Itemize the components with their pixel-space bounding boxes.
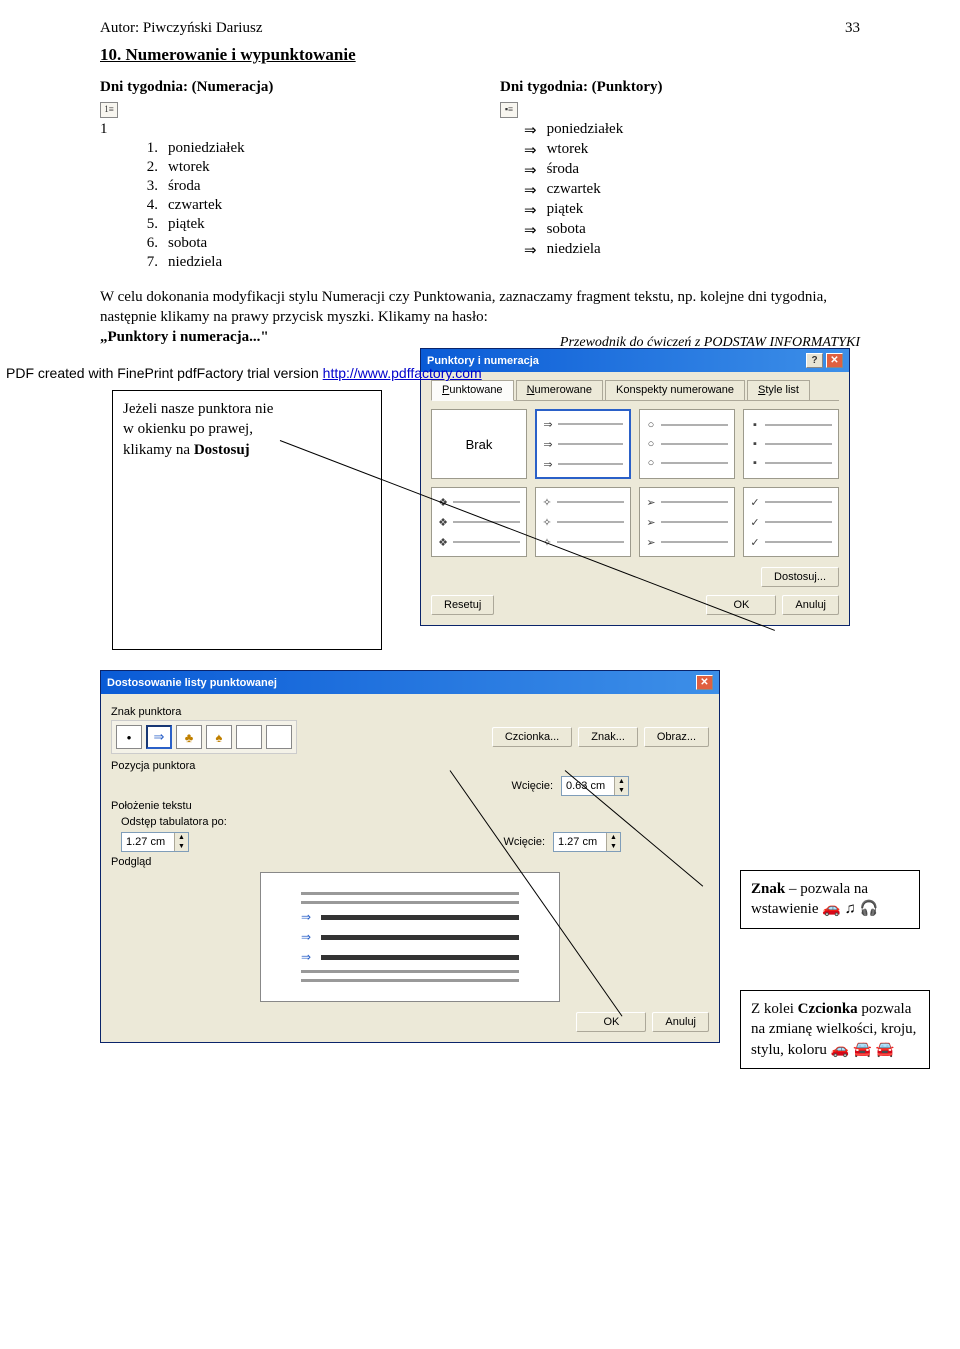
dialog2-title: Dostosowanie listy punktowanej <box>107 677 277 689</box>
tab-konspekty[interactable]: Konspekty numerowane <box>605 380 745 400</box>
reset-button[interactable]: Resetuj <box>431 595 494 615</box>
left-column: Dni tygodnia: (Numeracja) 1≡ 1 1.poniedz… <box>100 79 460 273</box>
note-znak: Znak – pozwala na wstawienie 🚗 ♫ 🎧 <box>740 870 920 929</box>
bullet-opt-spade[interactable]: ♠ <box>206 725 232 749</box>
left-lead: 1 <box>100 121 460 138</box>
bullet-opt-5[interactable] <box>236 725 262 749</box>
znak-punktora-label: Znak punktora <box>111 706 709 718</box>
preview-bullet-icon: ⇒ <box>301 910 311 924</box>
thumb-circle[interactable]: ○ ○ ○ <box>639 409 735 479</box>
tab-style-list[interactable]: Style list <box>747 380 810 400</box>
obraz-button[interactable]: Obraz... <box>644 727 709 747</box>
bullets-icon: ▪≡ <box>500 102 518 118</box>
znak-button[interactable]: Znak... <box>578 727 638 747</box>
tab-after-input[interactable]: ▲▼ <box>121 832 189 852</box>
tab-punktowane[interactable]: Punktowane <box>431 380 514 401</box>
dialog-bullets-numbering: Punktory i numeracja ? ✕ Punktowane Nume… <box>420 348 850 626</box>
preview-bullet-icon: ⇒ <box>301 930 311 944</box>
thumb-brak[interactable]: Brak <box>431 409 527 479</box>
spin-up-icon[interactable]: ▲ <box>174 833 188 842</box>
cancel-button-2[interactable]: Anuluj <box>652 1012 709 1032</box>
bullet-opt-arrow[interactable]: ⇒ <box>146 725 172 749</box>
pdffactory-link[interactable]: http://www.pdffactory.com <box>323 365 482 381</box>
spin-down-icon[interactable]: ▼ <box>614 786 628 795</box>
close-button[interactable]: ✕ <box>696 675 713 690</box>
bullet-opt-6[interactable] <box>266 725 292 749</box>
dostosuj-button[interactable]: Dostosuj... <box>761 567 839 587</box>
wciecie-label-2: Wcięcie: <box>503 836 545 848</box>
podglad-label: Podgląd <box>111 856 709 868</box>
author-label: Autor: Piwczyński Dariusz <box>100 20 262 37</box>
pdf-factory-line: PDF created with FinePrint pdfFactory tr… <box>6 365 482 381</box>
thumb-4square[interactable]: ❖ ❖ ❖ <box>431 487 527 557</box>
thumb-diamond[interactable]: ✧ ✧ ✧ <box>535 487 631 557</box>
double-arrow-icon: ⇒ <box>524 141 537 159</box>
dialog-customize-list: Dostosowanie listy punktowanej ✕ Znak pu… <box>100 670 720 1043</box>
spin-up-icon[interactable]: ▲ <box>614 777 628 786</box>
numbering-icon: 1≡ <box>100 102 118 118</box>
czcionka-button[interactable]: Czcionka... <box>492 727 572 747</box>
thumb-check[interactable]: ✓ ✓ ✓ <box>743 487 839 557</box>
preview-bullet-icon: ⇒ <box>301 950 311 964</box>
spin-up-icon[interactable]: ▲ <box>606 833 620 842</box>
dialog1-tabs: Punktowane Numerowane Konspekty numerowa… <box>431 380 839 401</box>
bullet-opt-club[interactable]: ♣ <box>176 725 202 749</box>
left-col-title: Dni tygodnia: (Numeracja) <box>100 79 460 96</box>
help-button[interactable]: ? <box>806 353 823 368</box>
preview-area: ⇒ ⇒ ⇒ <box>260 872 560 1002</box>
wciecie-input-1[interactable]: ▲▼ <box>561 776 629 796</box>
close-button[interactable]: ✕ <box>826 353 843 368</box>
spin-down-icon[interactable]: ▼ <box>606 842 620 851</box>
cancel-button[interactable]: Anuluj <box>782 595 839 615</box>
double-arrow-icon: ⇒ <box>524 221 537 239</box>
bullet-opt-bullet[interactable]: • <box>116 725 142 749</box>
thumb-square[interactable]: ▪ ▪ ▪ <box>743 409 839 479</box>
polozenie-label: Położenie tekstu <box>111 800 709 812</box>
spin-down-icon[interactable]: ▼ <box>174 842 188 851</box>
double-arrow-icon: ⇒ <box>524 121 537 139</box>
double-arrow-icon: ⇒ <box>524 181 537 199</box>
tab-numerowane[interactable]: Numerowane <box>516 380 603 400</box>
footer-text: Przewodnik do ćwiczeń z PODSTAW INFORMAT… <box>560 335 860 351</box>
double-arrow-icon: ⇒ <box>524 201 537 219</box>
ok-button-2[interactable]: OK <box>576 1012 646 1032</box>
page-number: 33 <box>845 20 860 37</box>
thumb-triangle[interactable]: ➢ ➢ ➢ <box>639 487 735 557</box>
double-arrow-icon: ⇒ <box>524 241 537 259</box>
note-czcionka: Z kolei Czcionka pozwala na zmianę wielk… <box>740 990 930 1069</box>
section-title: 10. Numerowanie i wypunktowanie <box>100 45 860 65</box>
note-dostosuj: Jeżeli nasze punktora nie w okienku po p… <box>112 390 382 650</box>
double-arrow-icon: ⇒ <box>524 161 537 179</box>
right-column: Dni tygodnia: (Punktory) ▪≡ ⇒poniedziałe… <box>500 79 860 273</box>
right-col-title: Dni tygodnia: (Punktory) <box>500 79 860 96</box>
ok-button[interactable]: OK <box>706 595 776 615</box>
wciecie-label-1: Wcięcie: <box>511 780 553 792</box>
symbols-icon: 🚗 ♫ 🎧 <box>822 901 878 917</box>
pozycja-label: Pozycja punktora <box>111 760 709 772</box>
wciecie-input-2[interactable]: ▲▼ <box>553 832 621 852</box>
thumb-arrow[interactable]: ⇒ ⇒ ⇒ <box>535 409 631 479</box>
